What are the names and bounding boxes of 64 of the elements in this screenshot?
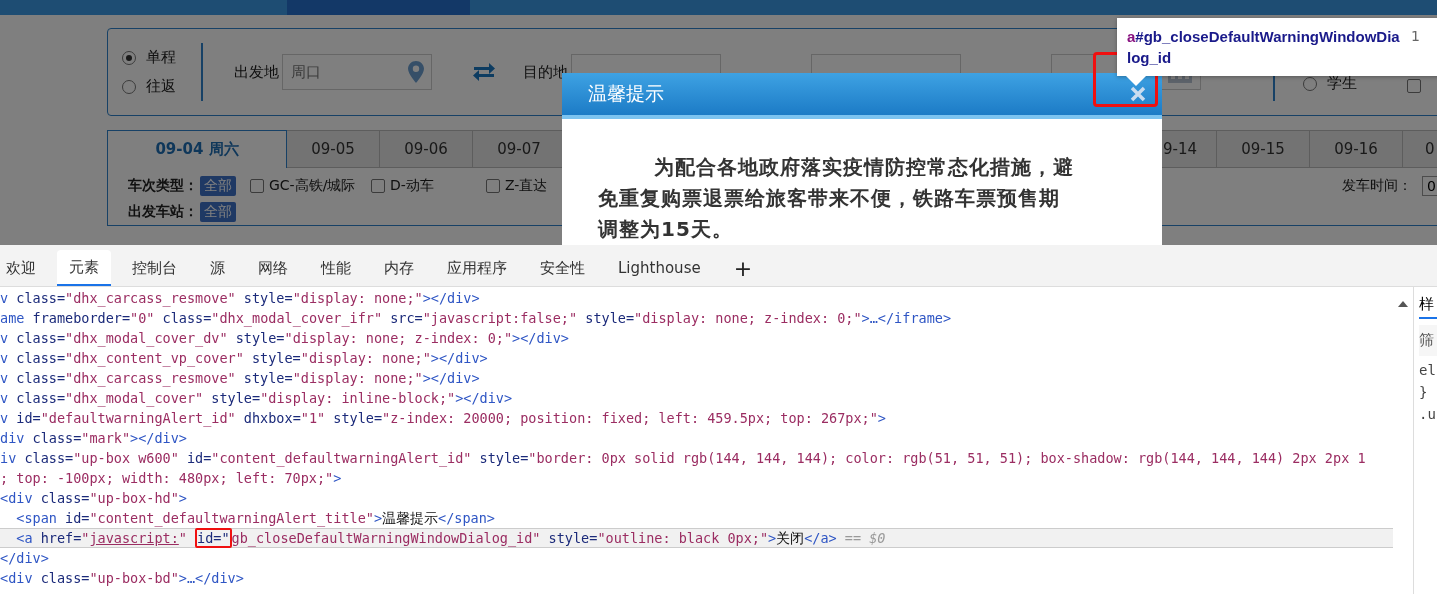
code-line[interactable]: div class="mark"></div> xyxy=(0,428,1393,448)
add-tab-button[interactable]: + xyxy=(721,250,765,286)
close-icon[interactable] xyxy=(1130,86,1146,102)
code-line[interactable]: v class="dhx_carcass_resmove" style="display: none;"></div> xyxy=(0,288,1393,308)
field-label: 出发地 xyxy=(234,62,279,81)
checkbox[interactable] xyxy=(486,179,500,193)
tooltip-selector: a#gb_closeDefaultWarningWindowDialog_id xyxy=(1127,27,1401,68)
checkbox-label: GC-高铁/城际 xyxy=(269,177,356,195)
date-tab[interactable]: 09-16 xyxy=(1310,130,1403,168)
radio-button[interactable] xyxy=(122,79,136,94)
checkbox[interactable] xyxy=(1407,79,1421,93)
radio-button[interactable] xyxy=(122,50,136,65)
checkbox[interactable] xyxy=(371,179,385,193)
devtools-tab[interactable]: 源 xyxy=(198,250,237,286)
dialog-message: 为配合各地政府落实疫情防控常态化措施，避免重复购票退票给旅客带来不便，铁路车票预售期调整为15天。 xyxy=(598,154,1074,243)
code-line[interactable]: v class="dhx_carcass_resmove" style="display: none;"></div> xyxy=(0,368,1393,388)
swap-icon[interactable] xyxy=(472,61,496,83)
annotation-box: id=" xyxy=(195,528,232,548)
devtools-tab[interactable]: 元素 xyxy=(57,250,111,286)
code-line[interactable]: v class="dhx_content_vp_cover" style="display: none;"></div> xyxy=(0,348,1393,368)
date-tab[interactable]: 09-15 xyxy=(1217,130,1310,168)
scroll-up-icon[interactable] xyxy=(1398,301,1408,307)
code-line[interactable]: iv class="up-box w600" id="content_defaultwarningAlert_id" style="border: 0px solid rgb(144, 144, 144); color: rgb(51, 51, 51); box-shadow: rgb(144, 144, 144) 2px 2px 1 xyxy=(0,448,1393,468)
radio-button[interactable] xyxy=(1303,76,1317,91)
devtools-tab[interactable]: 性能 xyxy=(309,250,363,286)
filter-field[interactable]: 筛 xyxy=(1419,325,1437,356)
tooltip-size: 1 xyxy=(1411,27,1420,44)
radio-label: 单程 xyxy=(146,48,176,67)
code-line[interactable]: v class="dhx_modal_cover" style="display: inline-block;"></div> xyxy=(0,388,1393,408)
devtools-tab[interactable]: 欢迎 xyxy=(0,250,48,286)
radio-label: 学生 xyxy=(1327,74,1357,93)
radio-label: 往返 xyxy=(146,77,176,96)
devtools-tab[interactable]: 内存 xyxy=(372,250,426,286)
devtools-tab[interactable]: Lighthouse xyxy=(606,250,713,286)
location-pin-icon xyxy=(408,61,424,83)
date-tab[interactable]: 9-14 xyxy=(1161,130,1217,168)
code-link[interactable]: javascript: xyxy=(89,530,179,546)
style-rule-text: el xyxy=(1419,362,1437,378)
checkbox-label: D-动车 xyxy=(390,177,434,195)
checkbox-label: Z-直达 xyxy=(505,177,548,195)
time-select[interactable]: 0 xyxy=(1422,176,1437,196)
devtools-tab[interactable]: 网络 xyxy=(246,250,300,286)
code-line[interactable]: ; top: -100px; width: 480px; left: 70px;"> xyxy=(0,468,1393,488)
filter-label: 发车时间： xyxy=(1342,177,1413,195)
panel-tab[interactable]: 样 xyxy=(1419,295,1437,319)
devtools-tab[interactable]: 控制台 xyxy=(120,250,189,286)
filter-label: 出发车站： xyxy=(128,203,198,221)
date-tab[interactable]: 0 xyxy=(1403,130,1437,168)
code-line[interactable]: <div class="up-box-hd"> xyxy=(0,488,1393,508)
filter-label: 车次类型： xyxy=(128,177,198,195)
devtools-tab[interactable]: 安全性 xyxy=(528,250,597,286)
code-line[interactable]: <span id="content_defaultwarningAlert_title">温馨提示</span> xyxy=(0,508,1393,528)
code-line[interactable]: v id="defaultwarningAlert_id" dhxbox="1" style="z-index: 20000; position: fixed; left: 459.5px; top: 267px;"> xyxy=(0,408,1393,428)
style-rule-text: } xyxy=(1419,384,1429,400)
date-tab[interactable]: 09-06 xyxy=(380,130,473,168)
devtools-tab[interactable]: 应用程序 xyxy=(435,250,519,286)
checkbox[interactable] xyxy=(250,179,264,193)
code-line[interactable]: </div> xyxy=(0,548,1393,568)
style-rule-text: .u xyxy=(1419,406,1437,422)
code-line[interactable]: <div class="up-box-bd">…</div> xyxy=(0,568,1393,588)
code-line[interactable]: v class="dhx_modal_cover_dv" style="display: none; z-index: 0;"></div> xyxy=(0,328,1393,348)
date-tab[interactable]: 09-05 xyxy=(287,130,380,168)
dialog-title: 温馨提示 xyxy=(588,81,664,106)
code-line[interactable]: ame frameborder="0" class="dhx_modal_cover_ifr" src="javascript:false;" style="display: none; z-index: 0;">…</iframe> xyxy=(0,308,1393,328)
